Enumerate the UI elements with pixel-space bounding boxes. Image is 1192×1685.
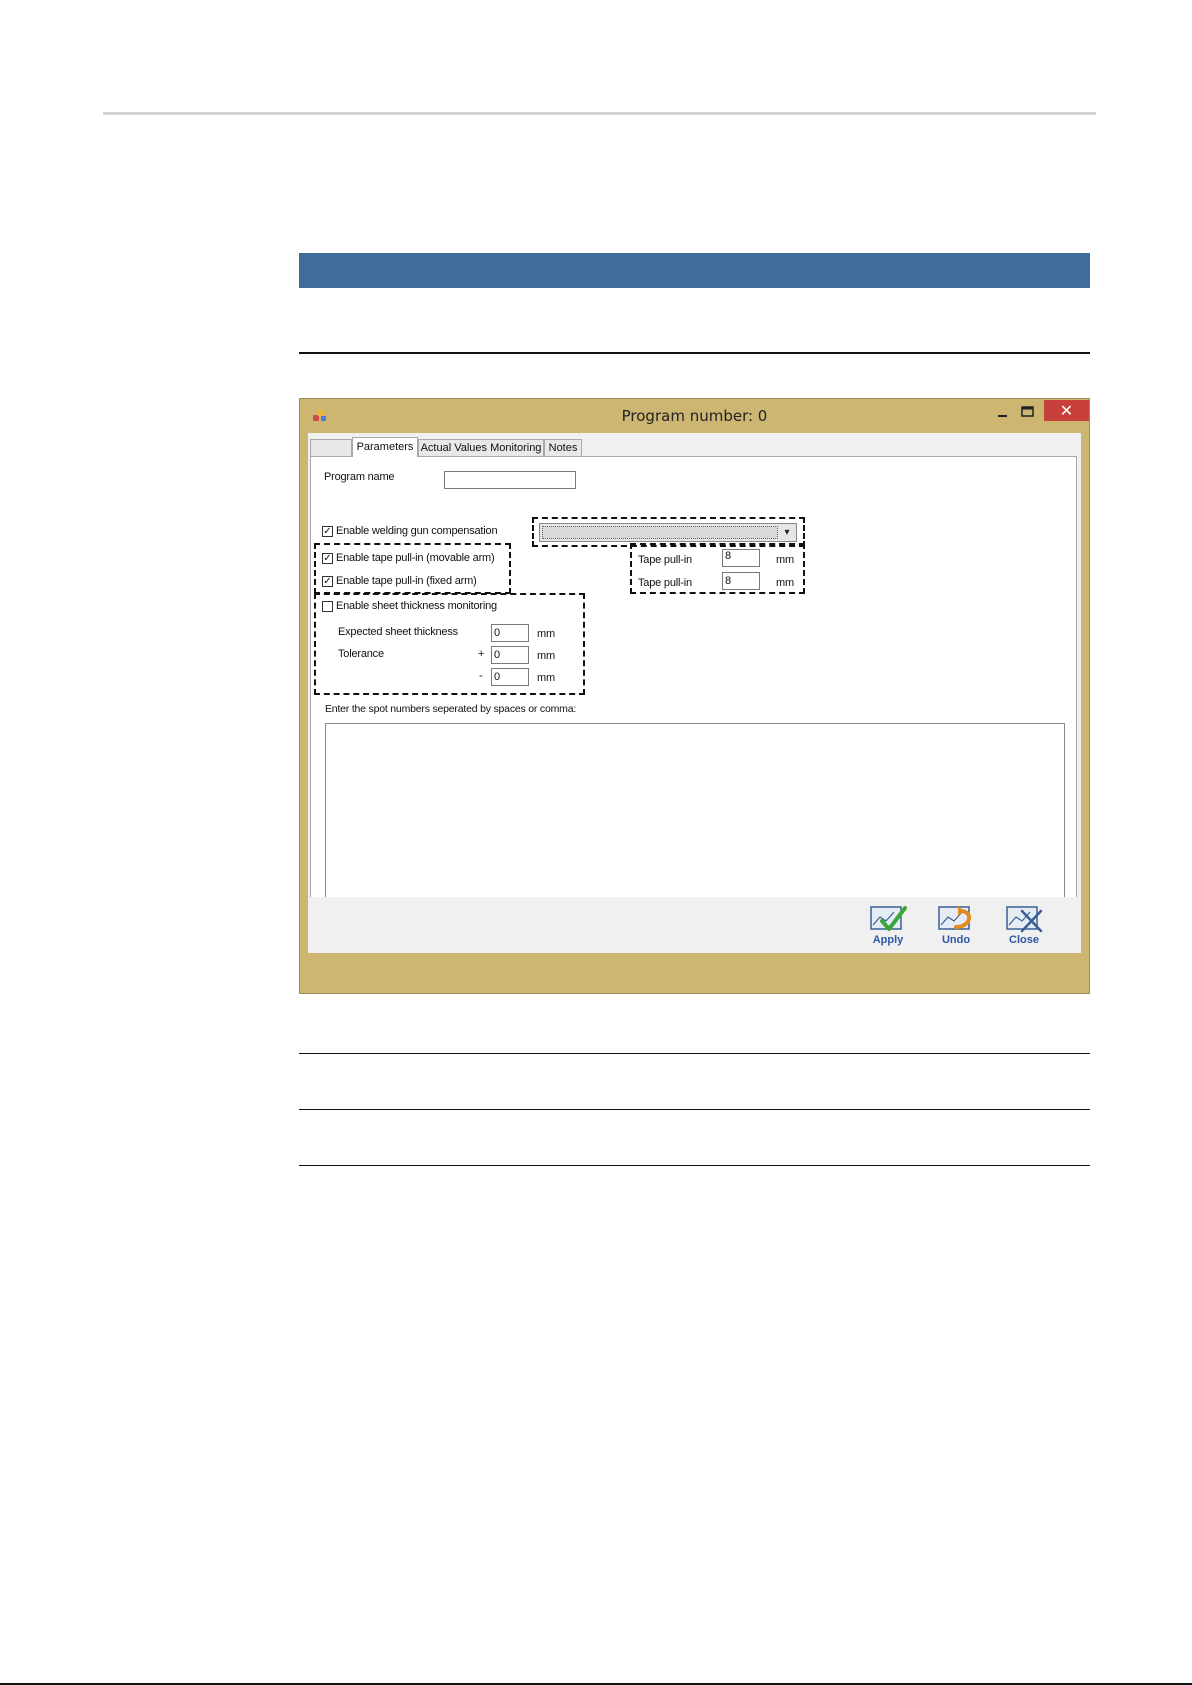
tab-parameters[interactable]: Parameters xyxy=(352,437,418,457)
check-icon: ✓ xyxy=(323,526,332,537)
minimize-icon[interactable] xyxy=(993,404,1013,424)
close-window-button[interactable]: ✕ xyxy=(1044,400,1089,421)
table-rule-2 xyxy=(299,1109,1090,1110)
sheet-thickness-checkbox[interactable] xyxy=(322,601,333,612)
program-window: Program number: 0 ✕ Parameters Actual Va… xyxy=(299,398,1090,994)
expected-thickness-input[interactable]: 0 xyxy=(491,624,529,642)
close-dialog-icon xyxy=(1006,906,1043,933)
welding-gun-label: Enable welding gun compensation xyxy=(336,525,498,537)
tolerance-plus-unit: mm xyxy=(537,650,555,662)
window-client-area: Parameters Actual Values Monitoring Note… xyxy=(308,433,1081,953)
tape-pullin-unit-1: mm xyxy=(776,554,794,566)
tolerance-minus-input[interactable]: 0 xyxy=(491,668,529,686)
table-rule-1 xyxy=(299,1053,1090,1054)
tolerance-plus-sign: + xyxy=(478,648,485,660)
tape-fixed-label: Enable tape pull-in (fixed arm) xyxy=(336,575,477,587)
section-header-band xyxy=(299,253,1090,288)
tape-movable-label: Enable tape pull-in (movable arm) xyxy=(336,552,495,564)
apply-label: Apply xyxy=(872,934,904,946)
parameters-panel: Program name ✓ Enable welding gun compen… xyxy=(310,456,1077,950)
spot-numbers-label: Enter the spot numbers seperated by spac… xyxy=(325,703,577,715)
table-rule-3 xyxy=(299,1165,1090,1166)
check-icon: ✓ xyxy=(323,553,332,564)
tolerance-minus-unit: mm xyxy=(537,672,555,684)
maximize-icon[interactable] xyxy=(1017,402,1039,424)
program-name-input[interactable] xyxy=(444,471,576,489)
welding-gun-select[interactable]: ▾ xyxy=(539,523,797,542)
expected-thickness-label: Expected sheet thickness xyxy=(338,626,458,638)
window-title: Program number: 0 xyxy=(621,407,768,425)
tape-pullin-label-2: Tape pull-in xyxy=(638,577,692,589)
tab-blank[interactable] xyxy=(310,439,352,456)
expected-thickness-unit: mm xyxy=(537,628,555,640)
close-label: Close xyxy=(1009,934,1039,946)
undo-label: Undo xyxy=(941,934,971,946)
spot-numbers-textarea[interactable] xyxy=(325,723,1065,907)
tolerance-plus-input[interactable]: 0 xyxy=(491,646,529,664)
welding-gun-checkbox[interactable]: ✓ xyxy=(322,526,333,537)
tape-pullin-label-1: Tape pull-in xyxy=(638,554,692,566)
select-value xyxy=(542,526,778,539)
undo-icon xyxy=(938,906,972,930)
tape-movable-checkbox[interactable]: ✓ xyxy=(322,553,333,564)
table-header-rule xyxy=(299,352,1090,354)
undo-button[interactable]: Undo xyxy=(931,903,981,949)
apply-button[interactable]: Apply xyxy=(863,903,913,949)
tab-actual-values-monitoring[interactable]: Actual Values Monitoring xyxy=(418,439,544,456)
sheet-thickness-label: Enable sheet thickness monitoring xyxy=(336,600,497,612)
check-icon: ✓ xyxy=(323,576,332,587)
bottom-toolbar: Apply Undo Close xyxy=(308,897,1081,953)
tolerance-label: Tolerance xyxy=(338,648,384,660)
close-button[interactable]: Close xyxy=(999,903,1049,949)
tab-notes[interactable]: Notes xyxy=(544,439,582,456)
window-title-bar: Program number: 0 ✕ xyxy=(300,399,1089,433)
chevron-down-icon[interactable]: ▾ xyxy=(780,524,794,541)
tape-pullin-unit-2: mm xyxy=(776,577,794,589)
top-rule xyxy=(103,112,1096,115)
program-name-label: Program name xyxy=(324,471,395,483)
tape-pullin-input-2[interactable]: 8 xyxy=(722,572,760,590)
apply-icon xyxy=(870,906,907,931)
tape-pullin-input-1[interactable]: 8 xyxy=(722,549,760,567)
close-icon: ✕ xyxy=(1059,401,1074,420)
tolerance-minus-sign: - xyxy=(479,670,483,682)
tape-fixed-checkbox[interactable]: ✓ xyxy=(322,576,333,587)
